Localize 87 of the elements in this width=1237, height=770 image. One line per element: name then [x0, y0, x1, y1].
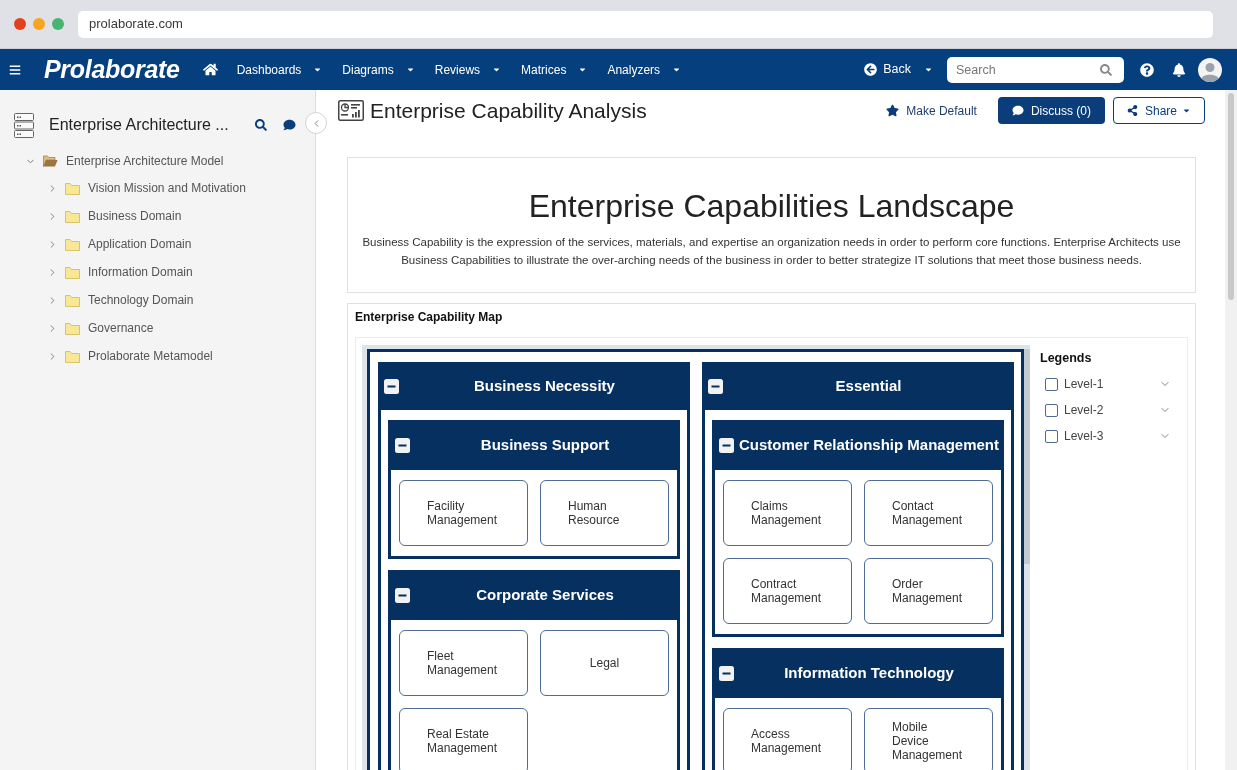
minus-icon[interactable] [719, 665, 734, 681]
tree-item[interactable]: Information Domain [47, 263, 193, 281]
discuss-button[interactable]: Discuss (0) [997, 97, 1105, 124]
back-arrow-icon [864, 63, 878, 76]
capability-card[interactable]: Human Resource [540, 480, 669, 546]
checkbox[interactable] [1045, 377, 1058, 391]
back-button[interactable]: Back [864, 60, 933, 79]
intro-text: Business Capability is the expression of the services, materials, and expertise an organization needs in order to perform core functions. Enterprise Architects use Business Capabilities to illustrate the over-arching needs of the business in order to better strategize IT solutions that meet those business needs. [361, 235, 1182, 268]
minus-icon[interactable] [384, 378, 399, 394]
tree-item[interactable]: Governance [47, 319, 154, 337]
domain-title: Business Necessity [473, 375, 616, 396]
search-icon[interactable] [255, 119, 267, 131]
window-zoom-icon[interactable] [52, 18, 64, 30]
domain-title: Essential [834, 375, 903, 396]
comment-icon[interactable] [283, 119, 296, 131]
make-default-button[interactable]: Make Default [886, 101, 977, 120]
group-title: Corporate Services [475, 584, 615, 605]
open-folder-icon [43, 155, 58, 167]
scrollbar-thumb[interactable] [1024, 349, 1030, 564]
comment-icon [1011, 105, 1024, 116]
folder-icon [65, 321, 80, 335]
menu-dropdown[interactable]: Matrices [521, 60, 588, 79]
folder-icon [65, 265, 80, 279]
avatar-icon[interactable] [1198, 57, 1222, 82]
tree-item[interactable]: Application Domain [47, 235, 192, 253]
tree-item[interactable]: Prolaborate Metamodel [47, 347, 213, 365]
stacked-list-icon[interactable] [14, 112, 34, 138]
caret-icon [924, 65, 933, 74]
help-icon[interactable] [1140, 62, 1154, 77]
capability-card[interactable]: Access Management [723, 708, 852, 770]
folder-icon [65, 181, 80, 195]
home-icon[interactable] [202, 62, 218, 77]
checkbox[interactable] [1045, 403, 1058, 417]
folder-icon [65, 209, 80, 223]
menu-dropdown[interactable]: Dashboards [236, 60, 323, 79]
minus-icon[interactable] [395, 587, 410, 603]
capability-card[interactable]: Fleet Management [399, 630, 528, 696]
capability-card[interactable]: Real Estate Management [399, 708, 528, 770]
tree-item[interactable]: Vision Mission and Motivation [47, 179, 246, 197]
folder-icon [65, 349, 80, 363]
intro-heading: Enterprise Capabilities Landscape [527, 188, 1016, 225]
caret-icon [1182, 106, 1191, 115]
group-title: Information Technology [783, 662, 955, 683]
caret-icon [313, 65, 323, 74]
search-field[interactable]: Search [947, 56, 1124, 83]
legend-label: Level-2 [1064, 402, 1104, 419]
group-title: Customer Relationship Management [737, 434, 1000, 455]
logo[interactable]: Prolaborate [44, 57, 180, 82]
window-close-icon[interactable] [14, 18, 26, 30]
tree-item[interactable]: Business Domain [47, 207, 182, 225]
caret-icon [492, 65, 502, 74]
share-icon [1126, 105, 1138, 116]
share-button[interactable]: Share [1112, 97, 1205, 124]
menu-icon[interactable] [9, 63, 21, 76]
dashboard-icon [338, 100, 364, 121]
address-bar[interactable]: prolaborate.com [78, 10, 1213, 38]
capability-card[interactable]: Contract Management [723, 558, 852, 624]
folder-icon [65, 237, 80, 251]
capability-card[interactable]: Legal [540, 630, 669, 696]
capability-card[interactable]: Order Management [864, 558, 993, 624]
capability-card[interactable]: Claims Management [723, 480, 852, 546]
bell-icon[interactable] [1172, 62, 1186, 77]
menu-dropdown[interactable]: Analyzers [607, 60, 682, 79]
tree-item[interactable]: Technology Domain [47, 291, 194, 309]
legend-title: Legends [1040, 351, 1093, 366]
group-title: Business Support [479, 434, 611, 455]
minus-icon[interactable] [395, 437, 410, 453]
caret-icon [578, 65, 588, 74]
minus-icon[interactable] [719, 437, 734, 453]
capability-card[interactable]: Mobile Device Management [864, 708, 993, 770]
menu-dropdown[interactable]: Diagrams [342, 60, 415, 79]
map-title: Enterprise Capability Map [355, 310, 504, 324]
caret-icon [405, 65, 415, 74]
star-icon [886, 104, 900, 117]
sidebar-title: Enterprise Architecture ... [49, 115, 230, 135]
capability-card[interactable]: Contact Management [864, 480, 993, 546]
legend-label: Level-1 [1064, 376, 1104, 393]
menu-dropdown[interactable]: Reviews [434, 60, 502, 79]
minus-icon[interactable] [708, 378, 723, 394]
page-title: Enterprise Capability Analysis [370, 97, 647, 124]
caret-icon [672, 65, 682, 74]
capability-card[interactable]: Facility Management [399, 480, 528, 546]
legend-label: Level-3 [1064, 428, 1104, 445]
tree-item[interactable]: Enterprise Architecture Model [25, 152, 224, 170]
folder-icon [65, 293, 80, 307]
checkbox[interactable] [1045, 429, 1058, 443]
scrollbar-thumb[interactable] [1228, 93, 1234, 300]
